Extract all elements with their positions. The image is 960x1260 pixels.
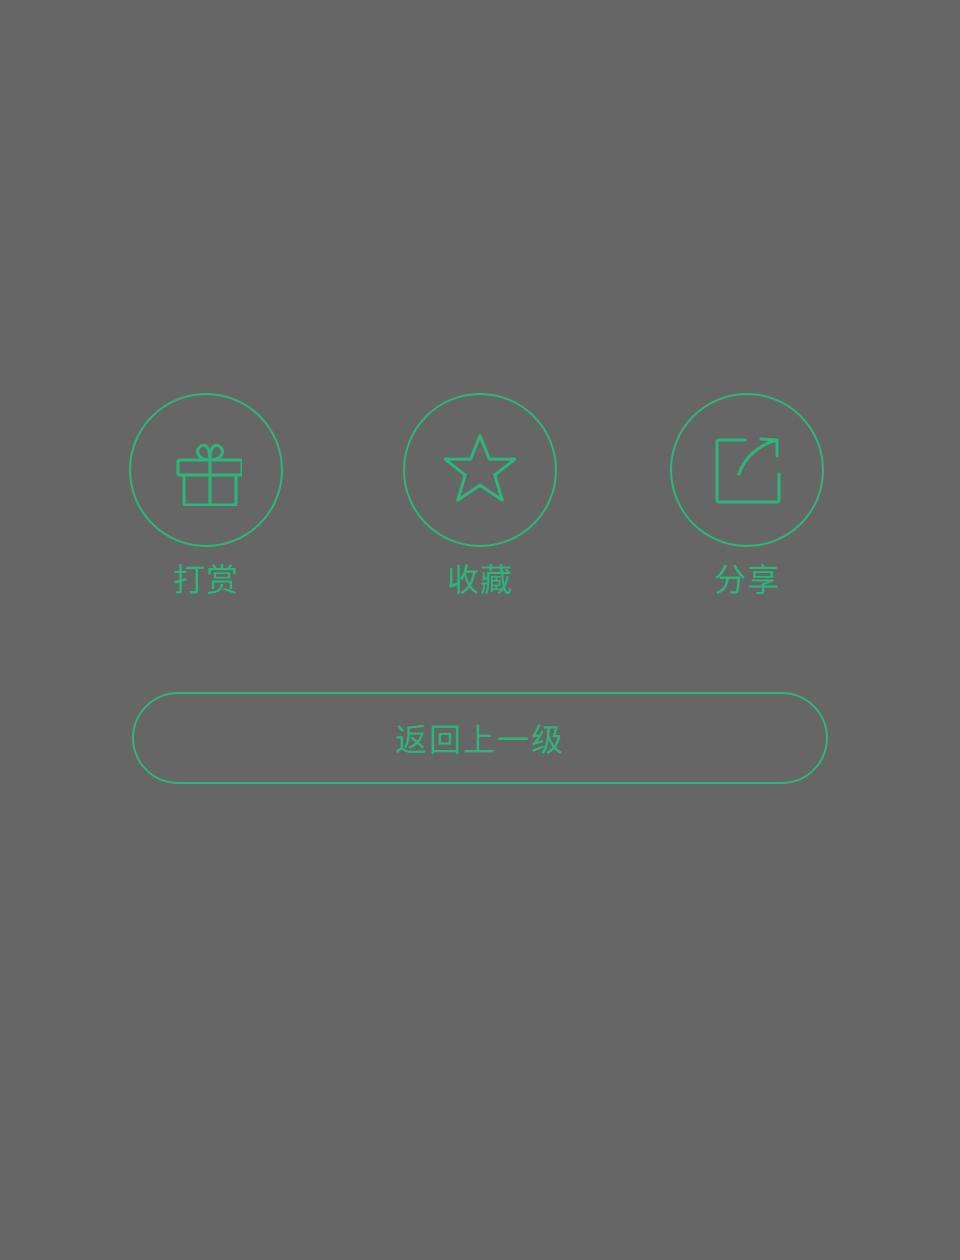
favorite-button[interactable] bbox=[403, 393, 557, 547]
star-icon bbox=[444, 434, 516, 502]
action-share[interactable]: 分享 bbox=[670, 393, 824, 599]
share-button[interactable] bbox=[670, 393, 824, 547]
back-button[interactable]: 返回上一级 bbox=[132, 692, 828, 784]
action-favorite[interactable]: 收藏 bbox=[403, 393, 557, 599]
share-icon bbox=[715, 437, 781, 504]
share-label: 分享 bbox=[713, 561, 780, 599]
favorite-label: 收藏 bbox=[446, 561, 513, 599]
reward-button[interactable] bbox=[129, 393, 283, 547]
reward-label: 打赏 bbox=[172, 561, 239, 599]
gift-icon bbox=[176, 443, 242, 506]
action-reward[interactable]: 打赏 bbox=[129, 393, 283, 599]
back-button-label: 返回上一级 bbox=[394, 721, 565, 759]
